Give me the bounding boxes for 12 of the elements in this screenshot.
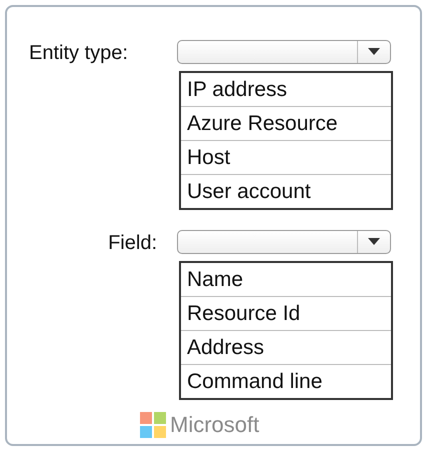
option-item[interactable]: User account — [181, 175, 391, 208]
logo-text: Microsoft — [170, 412, 260, 438]
option-item[interactable]: IP address — [181, 73, 391, 107]
field-label: Field: — [107, 231, 157, 255]
option-item[interactable]: Command line — [181, 365, 391, 398]
option-item[interactable]: Azure Resource — [181, 107, 391, 141]
field-label: Entity type: — [28, 41, 129, 65]
option-item[interactable]: Host — [181, 141, 391, 175]
option-item[interactable]: Name — [181, 263, 391, 297]
windows-logo-icon — [140, 412, 166, 438]
option-item[interactable]: Address — [181, 331, 391, 365]
option-item[interactable]: Resource Id — [181, 297, 391, 331]
